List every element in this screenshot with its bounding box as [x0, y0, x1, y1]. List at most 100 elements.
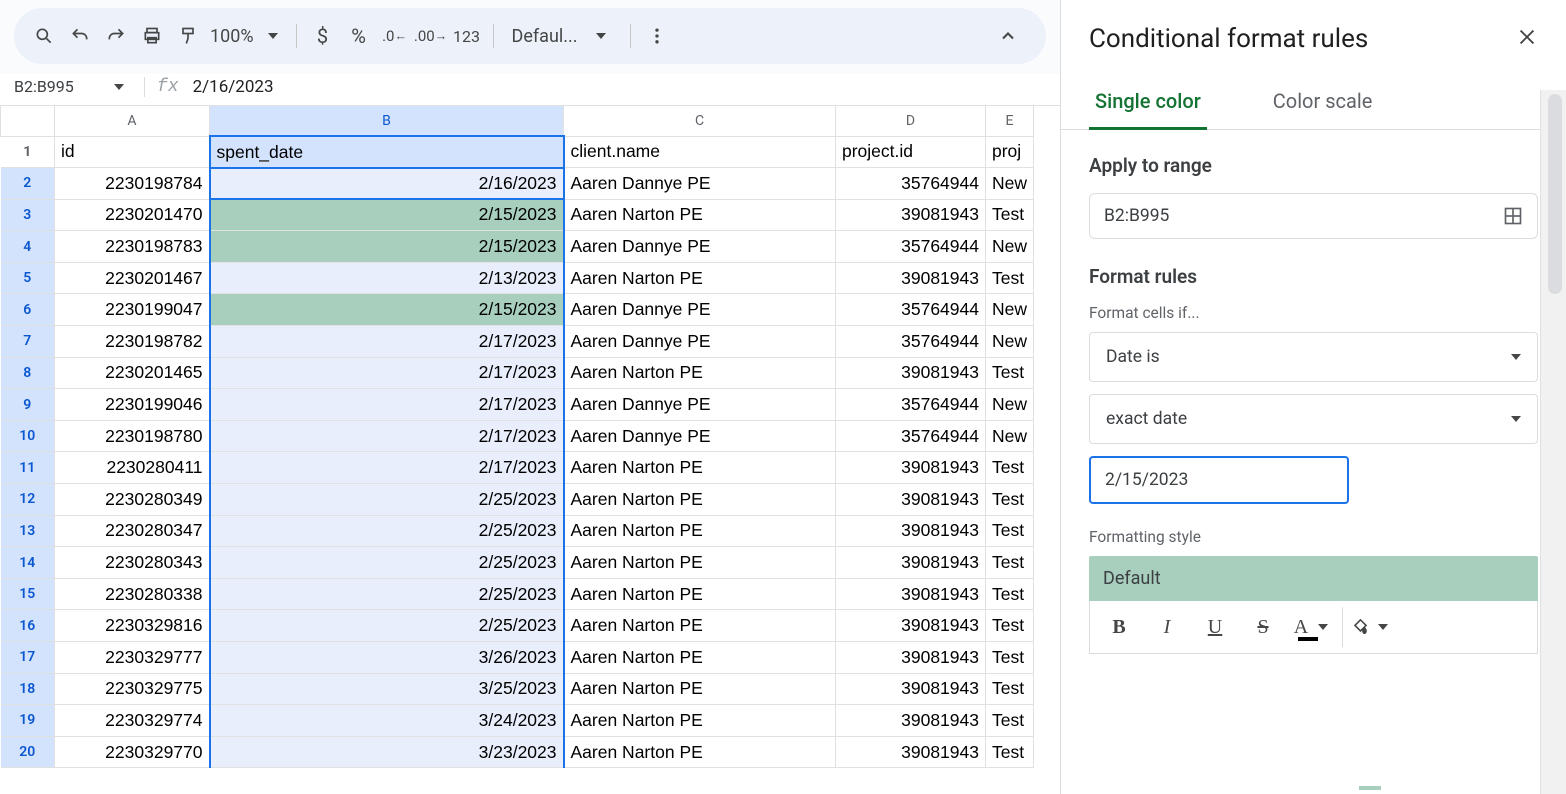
cell[interactable]: 39081943 [836, 484, 986, 516]
cell[interactable]: Aaren Narton PE [564, 610, 836, 642]
more-formats-icon[interactable]: 123 [449, 18, 485, 54]
cell[interactable]: 39081943 [836, 578, 986, 610]
cell[interactable]: Aaren Narton PE [564, 357, 836, 389]
percent-icon[interactable]: % [341, 18, 377, 54]
collapse-toolbar-icon[interactable] [990, 18, 1026, 54]
increase-decimal-icon[interactable]: .00→ [413, 18, 449, 54]
row-header-7[interactable]: 7 [1, 326, 55, 358]
cell[interactable]: 2/25/2023 [210, 547, 564, 579]
row-header-20[interactable]: 20 [1, 736, 55, 768]
cell[interactable]: Test [986, 484, 1034, 516]
cell[interactable]: 2/13/2023 [210, 262, 564, 294]
select-all-corner[interactable] [1, 106, 55, 136]
cell[interactable]: 35764944 [836, 420, 986, 452]
cell[interactable]: 2/16/2023 [210, 168, 564, 200]
cell[interactable]: 35764944 [836, 326, 986, 358]
cell[interactable]: project.id [836, 136, 986, 168]
cell[interactable]: 2230201465 [55, 357, 210, 389]
cell[interactable]: 39081943 [836, 262, 986, 294]
text-color-icon[interactable]: A [1288, 607, 1334, 647]
cell[interactable]: 2230280343 [55, 547, 210, 579]
cell[interactable]: 2/15/2023 [210, 231, 564, 263]
style-preview[interactable]: Default [1089, 556, 1538, 601]
cell[interactable]: 3/26/2023 [210, 642, 564, 674]
cell[interactable]: id [55, 136, 210, 168]
row-header-19[interactable]: 19 [1, 705, 55, 737]
cell[interactable]: Aaren Dannye PE [564, 168, 836, 200]
cell[interactable]: 2/25/2023 [210, 515, 564, 547]
cell[interactable]: 35764944 [836, 231, 986, 263]
col-header-A[interactable]: A [55, 106, 210, 136]
row-header-1[interactable]: 1 [1, 136, 55, 168]
cell[interactable]: 2230198782 [55, 326, 210, 358]
cell[interactable]: 39081943 [836, 673, 986, 705]
cell[interactable]: Test [986, 673, 1034, 705]
cell[interactable]: 3/23/2023 [210, 736, 564, 768]
cell[interactable]: 39081943 [836, 199, 986, 231]
sidebar-scrollbar[interactable] [1540, 90, 1566, 794]
row-header-16[interactable]: 16 [1, 610, 55, 642]
cell[interactable]: Test [986, 357, 1034, 389]
cell[interactable]: Test [986, 199, 1034, 231]
tab-single-color[interactable]: Single color [1089, 75, 1207, 130]
row-header-2[interactable]: 2 [1, 168, 55, 200]
strikethrough-icon[interactable]: S [1240, 607, 1286, 647]
cell[interactable]: Aaren Narton PE [564, 515, 836, 547]
cell[interactable]: Test [986, 452, 1034, 484]
close-icon[interactable] [1516, 26, 1538, 52]
col-header-D[interactable]: D [836, 106, 986, 136]
cell[interactable]: Aaren Narton PE [564, 673, 836, 705]
cell[interactable]: Aaren Dannye PE [564, 420, 836, 452]
spreadsheet-grid[interactable]: ABCDE1idspent_dateclient.nameproject.idp… [0, 106, 1060, 794]
cell[interactable]: New [986, 420, 1034, 452]
cell[interactable]: Aaren Narton PE [564, 262, 836, 294]
cell[interactable]: Aaren Narton PE [564, 452, 836, 484]
cell[interactable]: 35764944 [836, 168, 986, 200]
row-header-5[interactable]: 5 [1, 262, 55, 294]
cell[interactable]: 2230199047 [55, 294, 210, 326]
cell[interactable]: 2230280338 [55, 578, 210, 610]
paint-format-icon[interactable] [170, 18, 206, 54]
cell[interactable]: 2/17/2023 [210, 452, 564, 484]
italic-icon[interactable]: I [1144, 607, 1190, 647]
print-icon[interactable] [134, 18, 170, 54]
cell[interactable]: 2230280347 [55, 515, 210, 547]
cell[interactable]: 2/17/2023 [210, 389, 564, 421]
cell[interactable]: 2/25/2023 [210, 484, 564, 516]
date-value-input[interactable]: 2/15/2023 [1089, 456, 1349, 504]
cell[interactable]: 2230198783 [55, 231, 210, 263]
col-header-C[interactable]: C [564, 106, 836, 136]
cell[interactable]: proj [986, 136, 1034, 168]
cell[interactable]: 2230199046 [55, 389, 210, 421]
condition-dropdown[interactable]: Date is [1089, 332, 1538, 382]
row-header-8[interactable]: 8 [1, 357, 55, 389]
decrease-decimal-icon[interactable]: .0← [377, 18, 413, 54]
cell[interactable]: 2230329770 [55, 736, 210, 768]
cell[interactable]: 2/15/2023 [210, 199, 564, 231]
cell[interactable]: 2230329774 [55, 705, 210, 737]
cell[interactable]: Test [986, 515, 1034, 547]
cell[interactable]: Aaren Narton PE [564, 199, 836, 231]
cell[interactable]: Test [986, 642, 1034, 674]
cell[interactable]: Aaren Narton PE [564, 547, 836, 579]
bold-icon[interactable]: B [1096, 607, 1142, 647]
search-icon[interactable] [26, 18, 62, 54]
row-header-6[interactable]: 6 [1, 294, 55, 326]
range-selector[interactable]: B2:B995 [1089, 193, 1538, 239]
formula-input[interactable]: 2/16/2023 [193, 77, 274, 97]
row-header-18[interactable]: 18 [1, 673, 55, 705]
row-header-15[interactable]: 15 [1, 578, 55, 610]
cell[interactable]: 2/25/2023 [210, 610, 564, 642]
col-header-B[interactable]: B [210, 106, 564, 136]
cell[interactable]: 2230198784 [55, 168, 210, 200]
cell[interactable]: Test [986, 547, 1034, 579]
currency-icon[interactable]: $ [305, 18, 341, 54]
cell[interactable]: 2/17/2023 [210, 326, 564, 358]
cell[interactable]: 2230329777 [55, 642, 210, 674]
cell[interactable]: Aaren Dannye PE [564, 231, 836, 263]
cell[interactable]: 35764944 [836, 294, 986, 326]
row-header-11[interactable]: 11 [1, 452, 55, 484]
cell[interactable]: Aaren Narton PE [564, 705, 836, 737]
row-header-4[interactable]: 4 [1, 231, 55, 263]
cell[interactable]: Test [986, 705, 1034, 737]
